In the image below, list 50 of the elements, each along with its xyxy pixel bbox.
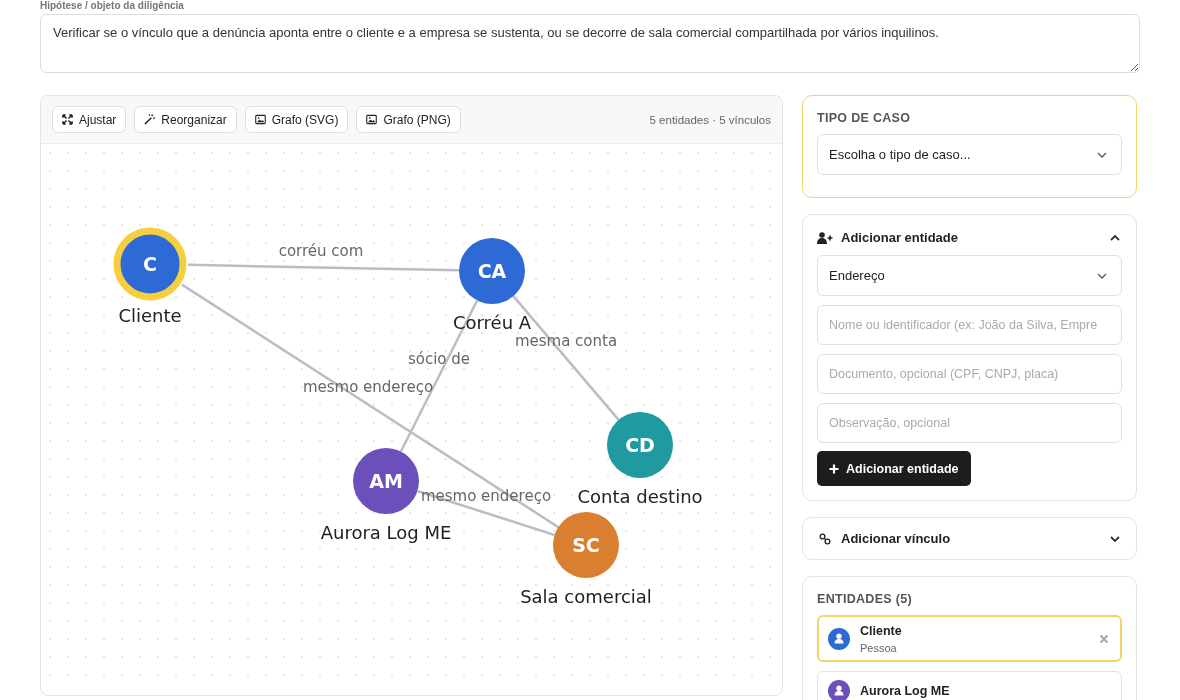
toolbar-button[interactable]: Grafo (SVG) (244, 106, 349, 133)
toolbar-button[interactable]: Grafo (PNG) (356, 106, 461, 133)
node-circle[interactable] (353, 448, 419, 514)
edge-label: mesmo endereço (420, 487, 552, 505)
node-circle[interactable] (607, 412, 673, 478)
node-initials: CA (477, 260, 507, 282)
chevron-down-icon (1097, 272, 1107, 279)
expand-icon (62, 114, 73, 125)
add-link-header[interactable]: Adicionar vínculo (817, 530, 1122, 547)
entity-name: Aurora Log ME (860, 684, 951, 698)
user-plus-icon (817, 231, 833, 244)
plus-icon (829, 463, 839, 474)
entity-type-select[interactable]: Endereço (817, 255, 1122, 296)
add-entity-header[interactable]: Adicionar entidade (817, 229, 1122, 246)
node-label: Sala comercial (520, 586, 652, 607)
wand-icon (144, 114, 156, 125)
case-type-select[interactable]: Escolha o tipo de caso... (817, 134, 1122, 175)
section-title: ENTIDADES (5) (817, 591, 913, 606)
field-label: Hipótese / objeto da diligência (40, 0, 185, 12)
edge-label: mesmo endereço (302, 378, 434, 396)
node-label: Cliente (118, 305, 182, 326)
hypothesis-textarea[interactable]: Verificar se o vínculo que a denúncia aponta entre o cliente e a empresa se sustenta, ou se decorre de sala comercial compartilhada por vários inquilinos. (40, 14, 1140, 73)
edge-label: corréu com (278, 242, 364, 260)
input-field[interactable]: Observação, opcional (817, 403, 1122, 443)
toolbar-button[interactable]: Ajustar (52, 106, 127, 133)
edge-label: mesma conta (514, 332, 618, 350)
input-field[interactable]: Documento, opcional (CPF, CNPJ, placa) (817, 354, 1122, 394)
node-initials: AM (369, 470, 403, 492)
toolbar-button[interactable]: Reorganizar (134, 106, 237, 133)
graph-summary: 5 entidades · 5 vínculos (649, 113, 771, 126)
node-initials: CD (625, 434, 655, 456)
entity-name: Cliente (860, 624, 903, 638)
node-label: Aurora Log ME (320, 522, 452, 543)
add-entity-button[interactable]: Adicionar entidade (817, 451, 971, 486)
image-icon (254, 114, 266, 125)
image-icon (366, 114, 378, 125)
chevron-down-icon (1097, 151, 1107, 158)
edge-label: sócio de (407, 350, 471, 368)
node-initials: C (143, 253, 157, 275)
node-circle[interactable] (459, 238, 525, 304)
node-label: Conta destino (577, 486, 703, 507)
node-label: Corréu A (452, 312, 532, 333)
node-initials: SC (572, 534, 600, 556)
input-field[interactable]: Nome ou identificador (ex: João da Silva, Empre (817, 305, 1122, 345)
node-circle[interactable] (553, 512, 619, 578)
entity-item[interactable]: Aurora Log ME (817, 671, 1122, 700)
entity-item[interactable]: Cliente Pessoa (817, 615, 1122, 662)
link-icon (817, 532, 833, 545)
entity-type: Pessoa (860, 642, 898, 654)
section-title: TIPO DE CASO (817, 110, 912, 125)
